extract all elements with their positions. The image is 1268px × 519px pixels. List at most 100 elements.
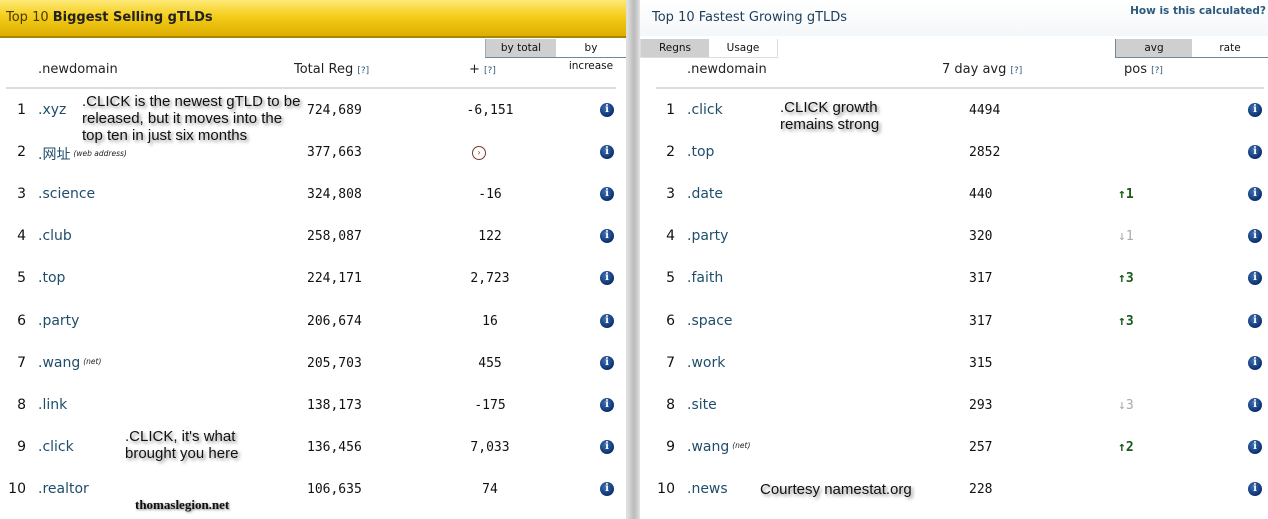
tld-name: .click <box>38 438 74 455</box>
tld-link[interactable]: .news <box>687 481 728 497</box>
tab-usage[interactable]: Usage <box>709 39 777 57</box>
tld-link[interactable]: .wang (net) <box>38 355 101 371</box>
rank-number: 8 <box>17 396 26 413</box>
tld-link[interactable]: .realtor <box>38 481 89 497</box>
change-value: 74 <box>482 481 498 497</box>
info-icon[interactable]: i <box>600 481 614 496</box>
total-reg-value: 106,635 <box>307 481 362 497</box>
info-icon[interactable]: i <box>1248 439 1262 454</box>
tld-link[interactable]: .science <box>38 186 95 202</box>
avg-help-link[interactable]: [?] <box>1011 66 1023 76</box>
col-7day-avg: 7 day avg [?] <box>942 62 1022 77</box>
col-total-reg: Total Reg [?] <box>294 62 369 77</box>
pos-help-link[interactable]: [?] <box>1151 66 1163 76</box>
arrow-up-icon: ↑ <box>1118 187 1126 203</box>
tab-regns[interactable]: Regns <box>641 39 709 57</box>
position-change: ↑3 <box>1118 271 1134 286</box>
tld-link[interactable]: .xyz <box>38 102 66 118</box>
tld-note: (net) <box>83 356 102 366</box>
info-icon[interactable]: i <box>1248 187 1262 202</box>
tab-avg[interactable]: avg <box>1116 39 1192 57</box>
info-icon[interactable]: i <box>600 229 614 244</box>
tab-by-total[interactable]: by total <box>486 39 556 57</box>
table-row: 5 .faith 317 ↑3 i <box>640 258 1268 300</box>
tld-link[interactable]: .club <box>38 228 72 244</box>
info-icon[interactable]: i <box>1248 145 1262 160</box>
tld-link[interactable]: .wang (net) <box>687 439 750 455</box>
arrow-down-icon: ↓ <box>1118 397 1126 413</box>
seven-day-avg-value: 2852 <box>969 145 1001 161</box>
col-newdomain: .newdomain <box>687 62 767 77</box>
table-row: 8 .site 293 ↓3 i <box>640 385 1268 427</box>
info-icon[interactable]: i <box>1248 397 1262 412</box>
position-change: ↓1 <box>1118 229 1134 244</box>
tld-link[interactable]: .faith <box>687 270 723 286</box>
tld-name: .party <box>687 228 729 245</box>
plus-help-link[interactable]: [?] <box>484 66 496 76</box>
total-reg-value: 324,808 <box>307 187 362 203</box>
position-change: ↓3 <box>1118 398 1134 413</box>
clock-icon: › <box>472 146 486 161</box>
tld-link[interactable]: .click <box>687 102 723 118</box>
col-plus: + [?] <box>469 62 496 77</box>
table-row: 7 .work 315 i <box>640 343 1268 385</box>
info-icon[interactable]: i <box>1248 103 1262 117</box>
tld-link[interactable]: .网址 (web address) <box>38 144 127 164</box>
info-icon[interactable]: i <box>1248 313 1262 328</box>
col-newdomain: .newdomain <box>38 62 118 77</box>
info-icon[interactable]: i <box>1248 271 1262 286</box>
change-value: 455 <box>478 355 502 371</box>
info-icon[interactable]: i <box>600 103 614 117</box>
tld-link[interactable]: .work <box>687 355 725 371</box>
info-icon[interactable]: i <box>1248 355 1262 370</box>
tld-link[interactable]: .space <box>687 313 733 329</box>
sort-tabs: by total by increase <box>485 39 626 72</box>
header-divider <box>656 87 1264 89</box>
tld-link[interactable]: .date <box>687 186 723 202</box>
info-icon[interactable]: i <box>1248 229 1262 244</box>
rank-number: 1 <box>17 102 26 118</box>
tld-name: .faith <box>687 270 724 287</box>
table-row: 9 .click 136,456 7,033 i <box>0 427 626 469</box>
biggest-selling-panel: Top 10 Biggest Selling gTLDs by total by… <box>0 0 626 519</box>
how-calculated-link[interactable]: How is this calculated? <box>1130 5 1266 17</box>
tld-link[interactable]: .party <box>38 313 79 329</box>
panel-title: Biggest Selling gTLDs <box>52 10 213 25</box>
tld-link[interactable]: .top <box>38 270 65 286</box>
rank-number: 1 <box>666 102 675 118</box>
seven-day-avg-value: 317 <box>969 271 993 287</box>
position-change: ↑2 <box>1118 440 1134 455</box>
tld-link[interactable]: .link <box>38 397 67 413</box>
info-icon[interactable]: i <box>600 439 614 454</box>
info-icon[interactable]: i <box>600 355 614 370</box>
rank-number: 8 <box>666 396 675 413</box>
tab-rate[interactable]: rate <box>1192 39 1268 57</box>
change-value: -175 <box>474 397 506 413</box>
info-icon[interactable]: i <box>600 271 614 286</box>
rank-number: 5 <box>666 270 675 287</box>
info-icon[interactable]: i <box>600 397 614 412</box>
total-reg-value: 205,703 <box>307 355 362 371</box>
info-icon[interactable]: i <box>600 187 614 202</box>
tld-link[interactable]: .party <box>687 228 728 244</box>
tld-name: .xyz <box>38 102 67 118</box>
change-value: 122 <box>478 229 502 245</box>
info-icon[interactable]: i <box>600 145 614 160</box>
tld-link[interactable]: .click <box>38 439 74 455</box>
tld-name: .date <box>687 186 724 203</box>
rank-number: 7 <box>17 354 26 371</box>
info-icon[interactable]: i <box>600 313 614 328</box>
tld-link[interactable]: .top <box>687 144 714 160</box>
tld-link[interactable]: .site <box>687 397 717 413</box>
total-reg-help-link[interactable]: [?] <box>357 66 369 76</box>
table-row: 8 .link 138,173 -175 i <box>0 385 626 427</box>
panel-title: Top 10 Fastest Growing gTLDs <box>652 10 848 25</box>
info-icon[interactable]: i <box>1248 481 1262 496</box>
type-tabs: Regns Usage <box>640 39 778 58</box>
rank-number: 3 <box>666 186 675 203</box>
tab-by-increase[interactable]: by increase <box>556 39 626 72</box>
change-value: -6,151 <box>466 103 514 118</box>
arrow-down-icon: ↓ <box>1118 229 1126 245</box>
col-pos-label: pos <box>1124 62 1147 77</box>
seven-day-avg-value: 4494 <box>969 103 1001 118</box>
